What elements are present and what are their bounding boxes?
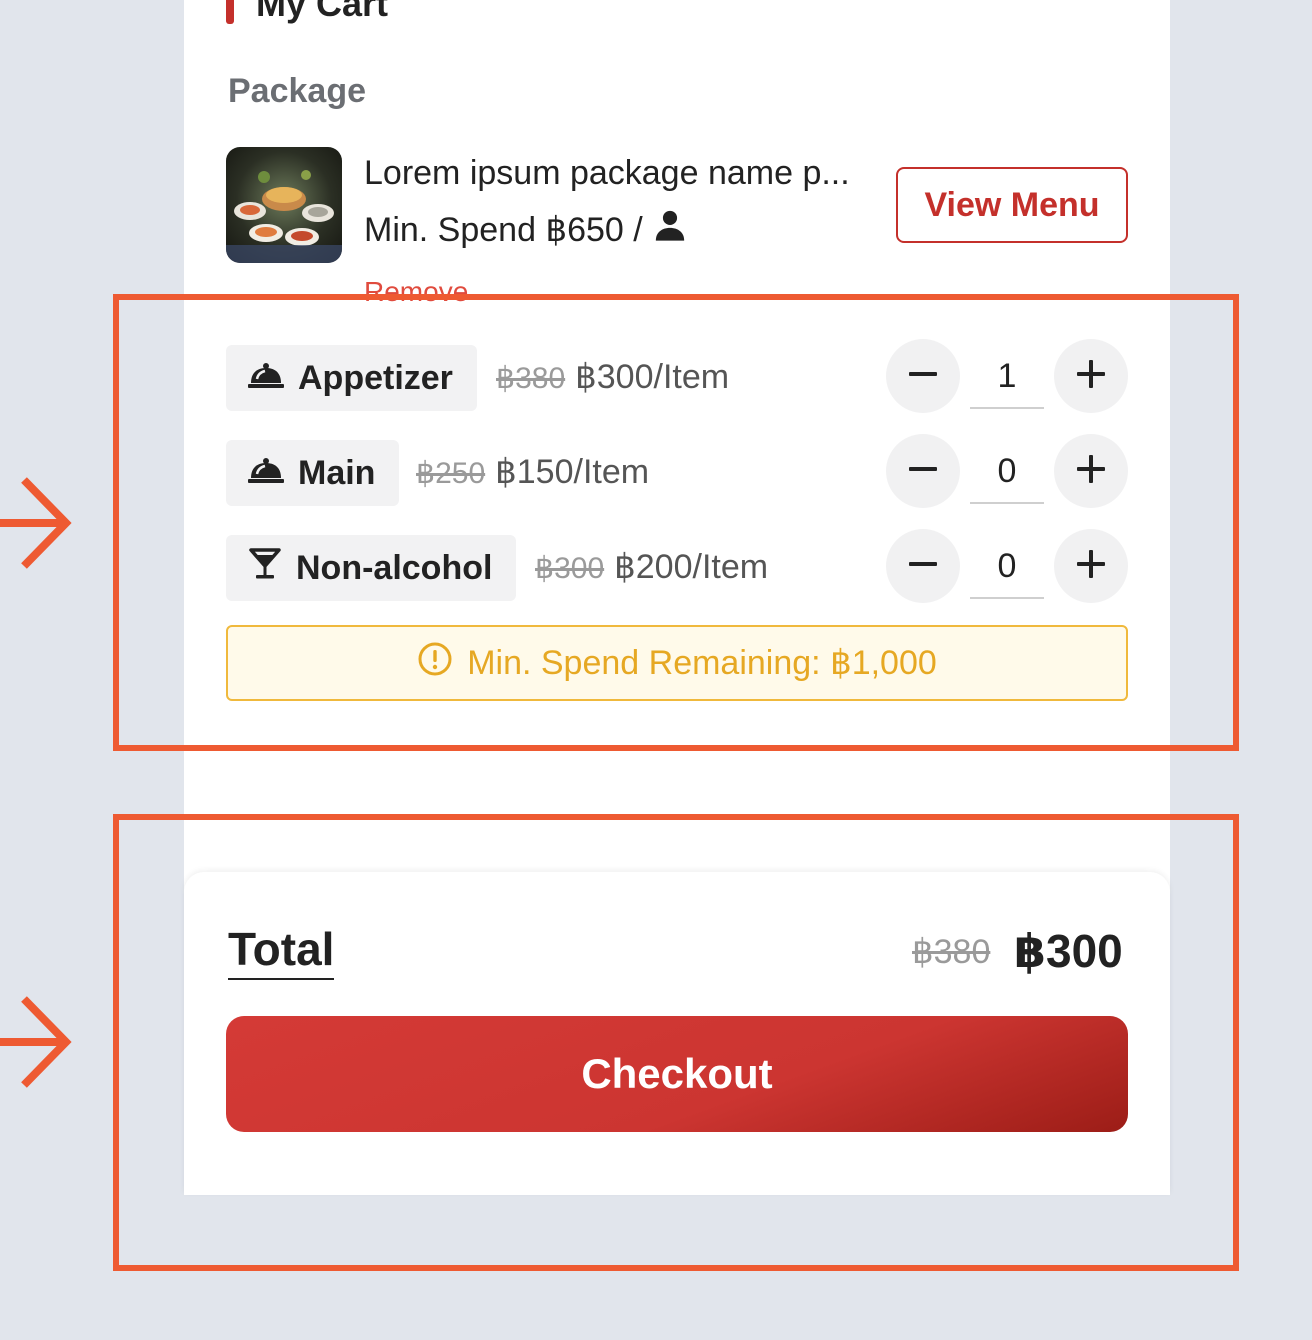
package-min-spend: Min. Spend ฿650 / <box>364 208 687 251</box>
highlight-box-footer <box>113 814 1239 1271</box>
highlight-box-items <box>113 294 1239 751</box>
page-title: My Cart <box>256 0 389 24</box>
min-spend-text: Min. Spend ฿650 / <box>364 210 643 249</box>
package-thumbnail <box>226 147 342 263</box>
arrow-right-icon <box>0 474 80 577</box>
package-section-label: Package <box>228 72 366 110</box>
arrow-right-icon <box>0 993 80 1096</box>
person-icon <box>653 208 687 251</box>
view-menu-button[interactable]: View Menu <box>896 167 1128 243</box>
package-name: Lorem ipsum package name p... <box>364 154 850 192</box>
title-accent-bar <box>226 0 234 24</box>
cart-header: My Cart <box>226 0 388 26</box>
